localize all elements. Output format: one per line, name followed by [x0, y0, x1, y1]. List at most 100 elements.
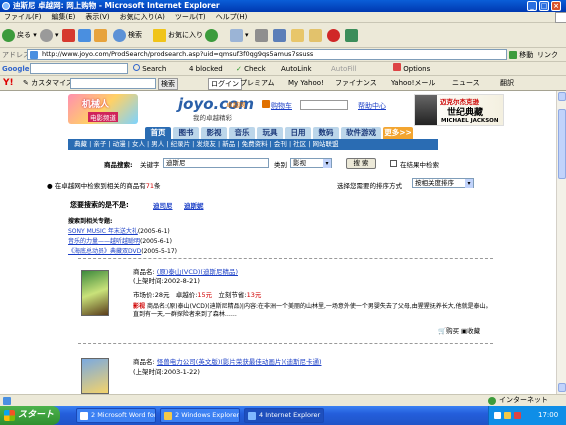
movie-channel-banner[interactable]: 机械人 电影频道 — [68, 94, 138, 124]
tab-more[interactable]: 更多>> — [383, 127, 413, 139]
toolbar-extra-button[interactable] — [345, 27, 360, 43]
divider — [78, 343, 493, 344]
logo-subtitle: 卓越网 — [226, 101, 246, 109]
forward-button[interactable]: ▾ — [40, 27, 59, 43]
product-image-monsters[interactable] — [81, 358, 109, 394]
yahoo-search-button[interactable]: 検索 — [158, 78, 178, 90]
google-search-input[interactable] — [30, 63, 128, 74]
messenger-button[interactable] — [327, 27, 342, 43]
start-button[interactable]: スタート — [0, 406, 60, 425]
url-input[interactable]: http://www.joyo.com/ProdSearch/prodsearc… — [27, 49, 507, 60]
menu-favorites[interactable]: お気に入り(A) — [120, 13, 165, 21]
menu-help[interactable]: ヘルプ(H) — [216, 13, 248, 21]
check-button[interactable]: ✓ Check — [236, 62, 266, 76]
yahoo-mail-button[interactable]: Yahoo!メール — [391, 76, 435, 91]
scroll-up-icon[interactable] — [558, 92, 566, 101]
go-button[interactable]: 移動 — [509, 50, 533, 60]
result-count: ● 在卓越网中检索到相关的商品有71条 — [47, 182, 161, 190]
scroll-thumb[interactable] — [558, 109, 566, 179]
yahoo-search-input[interactable] — [70, 78, 156, 89]
task-explorer[interactable]: 2 Windows Explorer — [160, 408, 240, 423]
suggestion-link-1[interactable]: 迪司尼 — [153, 200, 173, 210]
mail-button[interactable]: ▾ — [230, 27, 249, 43]
yahoo-logo[interactable]: Y! — [3, 76, 14, 91]
category-select[interactable]: 影视 — [290, 158, 332, 168]
finance-button[interactable]: ファイナンス — [335, 76, 377, 91]
stop-button[interactable] — [62, 27, 77, 43]
minimize-button[interactable]: _ — [527, 1, 537, 11]
translate-button[interactable]: 翻訳 — [500, 76, 514, 91]
cart-icon[interactable] — [262, 100, 270, 108]
clock[interactable]: 17:00 — [538, 406, 558, 425]
product-name-link[interactable]: 怪兽电力公司(英文版)(影片荣获最佳动画片)(迪斯尼卡通) — [157, 358, 322, 366]
home-button[interactable] — [94, 27, 109, 43]
refresh-button[interactable] — [78, 27, 93, 43]
tab-video[interactable]: 影视 — [201, 127, 227, 139]
back-button[interactable]: 戻る ▾ — [2, 27, 37, 43]
autofill-button[interactable]: AutoFill — [331, 62, 357, 76]
search-button[interactable]: 検索 — [113, 27, 142, 43]
michael-jackson-banner[interactable]: 迈克尔杰克逊 世纪典藏 MICHAEL JACKSON — [414, 94, 504, 126]
keyword-input[interactable]: 迪斯尼 — [163, 158, 269, 168]
topic-link[interactable]: 音乐的力量——越听越聪明 — [68, 238, 140, 245]
popup-blocked-button[interactable]: 4 blocked — [189, 62, 223, 76]
cart-link[interactable]: 购物车 — [271, 101, 292, 111]
tab-daily[interactable]: 日用 — [285, 127, 311, 139]
maximize-button[interactable]: □ — [539, 1, 549, 11]
task-word[interactable]: 2 Microsoft Word for... — [76, 408, 156, 423]
tab-toys[interactable]: 玩具 — [257, 127, 283, 139]
links-button[interactable]: リンク — [537, 50, 558, 60]
discuss-icon — [291, 28, 304, 42]
sort-select[interactable]: 按相关度排序 — [412, 178, 474, 188]
task-internet-explorer[interactable]: 4 Internet Explorer — [244, 408, 324, 423]
tab-music[interactable]: 音乐 — [229, 127, 255, 139]
google-toolbar: Google Search 4 blocked ✓ Check AutoLink… — [0, 62, 566, 76]
tray-volume-icon[interactable] — [504, 412, 511, 419]
discuss-button[interactable] — [291, 27, 306, 43]
my-yahoo-button[interactable]: My Yahoo! — [288, 76, 324, 91]
menu-edit[interactable]: 編集(E) — [52, 13, 76, 21]
system-tray: 17:00 — [488, 406, 566, 425]
search-submit-button[interactable]: 搜 索 — [346, 158, 376, 169]
close-button[interactable]: × — [551, 1, 561, 11]
tab-home[interactable]: 首页 — [145, 127, 171, 139]
tab-digital[interactable]: 数码 — [313, 127, 339, 139]
tab-software-games[interactable]: 软件游戏 — [341, 127, 381, 139]
window-titlebar[interactable]: 迪斯尼 卓越网: 网上购物 - Microsoft Internet Explo… — [0, 0, 566, 12]
sub-navigation[interactable]: 典藏 | 亲子 | 动漫 | 女人 | 男人 | 纪录片 | 发烧友 | 新品 … — [68, 139, 438, 150]
favorites-button[interactable]: お気に入り — [153, 27, 203, 43]
product-date: (上架时间:2003-1-22) — [133, 368, 200, 376]
suggestion-link-2[interactable]: 迪斯妮 — [184, 200, 204, 210]
edit-button[interactable] — [273, 27, 288, 43]
scroll-down-icon[interactable] — [558, 383, 566, 392]
login-button[interactable]: ログイン — [208, 78, 242, 90]
tray-network-icon[interactable] — [494, 412, 501, 419]
vertical-scrollbar[interactable] — [556, 91, 566, 394]
product-image-tarzan[interactable] — [81, 270, 109, 316]
premium-button[interactable]: プレミアム — [240, 76, 275, 91]
research-button[interactable] — [309, 27, 324, 43]
google-logo[interactable]: Google — [2, 62, 30, 76]
menu-tools[interactable]: ツール(T) — [175, 13, 206, 21]
menu-file[interactable]: ファイル(F) — [4, 13, 42, 21]
customize-button[interactable]: ✎ カスタマイズ — [23, 76, 73, 91]
print-button[interactable] — [255, 27, 270, 43]
news-button[interactable]: ニュース — [452, 76, 480, 91]
tray-app-icon[interactable] — [514, 412, 521, 419]
quick-search-input[interactable] — [300, 100, 348, 110]
wishlist-button[interactable]: ▣收藏 — [461, 325, 480, 335]
options-button[interactable]: Options — [393, 62, 430, 76]
topic-link[interactable]: 《海底总动员》典藏双DVD — [68, 248, 141, 255]
windows-logo-icon — [555, 12, 566, 23]
history-icon — [205, 28, 218, 42]
menu-view[interactable]: 表示(V) — [85, 13, 109, 21]
autolink-button[interactable]: AutoLink — [281, 62, 312, 76]
buy-button[interactable]: 🛒购买 — [438, 325, 459, 335]
help-center-link[interactable]: 帮助中心 — [358, 101, 386, 111]
tab-books[interactable]: 图书 — [173, 127, 199, 139]
history-button[interactable] — [205, 27, 220, 43]
search-in-results-checkbox[interactable] — [390, 160, 397, 167]
star-icon — [153, 28, 166, 42]
topic-link[interactable]: SONY MUSIC 年末送大礼 — [68, 228, 138, 235]
google-search-button[interactable]: Search — [133, 62, 166, 76]
